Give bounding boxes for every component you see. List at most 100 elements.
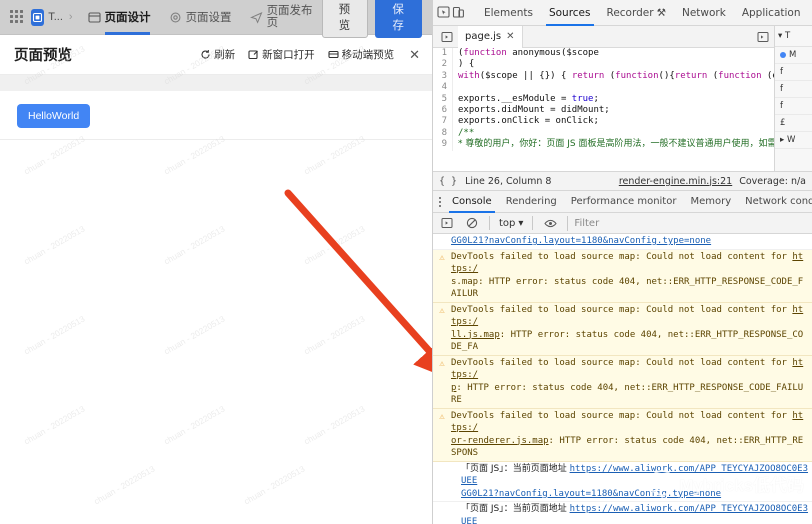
app-logo-icon[interactable]: [31, 8, 45, 26]
code-line-text: exports.__esModule = true;: [458, 93, 599, 104]
code-line-text: exports.didMount = didMount;: [458, 105, 610, 116]
debugger-sidebar: ▾ T M f f f £ ▸ W: [774, 26, 812, 171]
console-filter-input[interactable]: Filter: [567, 215, 809, 231]
code-line-text: (function anonymous($scope: [458, 48, 599, 58]
pretty-print-icon[interactable]: { }: [439, 176, 457, 187]
layout-icon: [88, 11, 101, 24]
preview-canvas: HelloWorld: [0, 91, 432, 524]
console-message-warn[interactable]: ⚠ DevTools failed to load source map: Cou…: [433, 249, 812, 303]
show-debugger-icon[interactable]: [753, 27, 773, 47]
devtools-tabbar: Elements Sources Recorder ⚒ Network Appli…: [433, 0, 812, 26]
console-link[interactable]: ll.js.map: [451, 330, 500, 340]
line-number: 5: [433, 93, 453, 106]
line-number: 3: [433, 70, 453, 83]
app-name-label[interactable]: T...: [48, 11, 63, 23]
code-line: 2) {: [433, 59, 774, 71]
console-message-warn[interactable]: ⚠ DevTools failed to load source map: Cou…: [433, 408, 812, 462]
sources-panel: page.js ✕ 1 (function anonymous($scope 2) …: [433, 25, 812, 171]
send-icon: [249, 11, 263, 24]
device-toolbar-icon[interactable]: [452, 3, 465, 23]
drawer-tab-rendering[interactable]: Rendering: [499, 191, 564, 213]
tab-recorder[interactable]: Recorder ⚒: [599, 0, 674, 26]
console-sidebar-icon[interactable]: [437, 213, 457, 233]
debugger-sidebar-row[interactable]: f: [775, 81, 812, 98]
refresh-button[interactable]: 刷新: [200, 47, 235, 62]
file-tab-page-js[interactable]: page.js ✕: [458, 25, 523, 48]
console-link[interactable]: GG0L21?navConfig.layout=1180&navConfig.t…: [461, 489, 721, 499]
drawer-tabbar: Console Rendering Performance monitor Me…: [433, 191, 812, 213]
sources-file-tabbar: page.js ✕: [433, 25, 774, 48]
close-icon[interactable]: ✕: [506, 26, 514, 48]
console-link[interactable]: GG0L21?navConfig.layout=1180&navConfig.t…: [451, 236, 711, 246]
code-line: 1 (function anonymous($scope: [433, 48, 774, 60]
mobile-preview-button[interactable]: 移动端预览: [328, 47, 394, 62]
code-line-text: ) {: [458, 59, 475, 70]
close-icon[interactable]: ✕: [409, 47, 420, 63]
console-context-selector[interactable]: top ▾: [496, 218, 526, 229]
console-link[interactable]: or-renderer.js.map: [451, 436, 549, 446]
tab-network[interactable]: Network: [674, 0, 734, 26]
console-output[interactable]: GG0L21?navConfig.layout=1180&navConfig.t…: [433, 234, 812, 524]
drawer-tab-performance-monitor[interactable]: Performance monitor: [564, 191, 684, 213]
tab-page-settings-label: 页面设置: [185, 12, 232, 24]
console-message-log[interactable]: 「页面 JS」：当前页面地址 https://www.aliwork.com/A…: [433, 461, 812, 502]
console-text: s.map: HTTP error: status code 404, net:…: [451, 276, 804, 300]
tab-application[interactable]: Application: [734, 0, 809, 26]
console-message-warn[interactable]: ⚠ DevTools failed to load source map: Cou…: [433, 302, 812, 356]
more-options-icon[interactable]: [439, 196, 441, 207]
console-text: DevTools failed to load source map: Coul…: [451, 410, 793, 421]
console-text: : HTTP error: status code 404, net::ERR_…: [451, 382, 804, 406]
debugger-sidebar-row[interactable]: £: [775, 115, 812, 132]
tab-page-design[interactable]: 页面设计: [79, 0, 160, 35]
warning-icon: ⚠: [439, 358, 445, 369]
inspect-element-icon[interactable]: [437, 3, 450, 23]
save-button[interactable]: 保 存: [375, 0, 422, 38]
debugger-sidebar-row[interactable]: f: [775, 64, 812, 81]
drawer-tab-network-conditions[interactable]: Network conditio: [738, 191, 812, 213]
tab-sources[interactable]: Sources: [541, 0, 599, 26]
page-title: 页面预览: [14, 48, 72, 64]
breadcrumb-separator: ›: [68, 11, 73, 23]
code-line: 5 exports.__esModule = true;: [433, 93, 774, 106]
drawer-tab-console[interactable]: Console: [445, 191, 499, 213]
message-gutter: [437, 235, 447, 248]
debugger-sidebar-row[interactable]: ▸ W: [775, 132, 812, 149]
drawer-tab-memory[interactable]: Memory: [683, 191, 738, 213]
source-code-viewer[interactable]: 1 (function anonymous($scope 2) {3 with($sc…: [433, 48, 774, 171]
line-number: 9: [433, 139, 453, 151]
publish-page-label: 页面发布: [266, 4, 313, 17]
debugger-sidebar-row[interactable]: M: [775, 47, 812, 64]
open-new-window-button[interactable]: 新窗口打开: [248, 47, 315, 62]
open-new-window-label: 新窗口打开: [262, 49, 315, 61]
apps-grid-icon[interactable]: [10, 9, 23, 25]
code-line: 4: [433, 82, 774, 94]
console-message-log[interactable]: GG0L21?navConfig.layout=1180&navConfig.t…: [433, 234, 812, 250]
tab-console-overflow[interactable]: Co: [809, 0, 812, 26]
console-message-log[interactable]: 「页面 JS」：当前页面地址 https://www.aliwork.com/A…: [433, 502, 812, 524]
helloworld-button[interactable]: HelloWorld: [17, 104, 91, 128]
console-message-warn[interactable]: ⚠ DevTools failed to load source map: Cou…: [433, 355, 812, 409]
console-settings-eye-icon[interactable]: [540, 213, 560, 233]
app-pane: T... › 页面设计 页面设置 页面发布 页 预 览 保 存 页面预览 刷新 …: [0, 0, 432, 524]
code-line-text: /**: [458, 127, 475, 138]
source-origin-link[interactable]: render-engine.min.js:21: [619, 176, 732, 187]
code-line: 9 * 尊敬的用户，你好：页面 JS 面板是高阶用法，一般不建议普通用户使用，如需…: [433, 139, 774, 151]
debugger-sidebar-row-label: f: [780, 84, 783, 94]
sources-status-bar: { } Line 26, Column 8 render-engine.min.…: [433, 171, 812, 191]
clear-console-icon[interactable]: [462, 213, 482, 233]
message-gutter: [437, 503, 447, 524]
debugger-sidebar-row[interactable]: f: [775, 98, 812, 115]
console-message-text: 「页面 JS」：当前页面地址 https://www.aliwork.com/A…: [451, 463, 808, 501]
breakpoint-dot-icon: [780, 52, 786, 58]
debugger-sidebar-header[interactable]: ▾ T: [775, 26, 812, 47]
preview-button[interactable]: 预 览: [321, 0, 369, 38]
show-navigator-icon[interactable]: [437, 27, 457, 47]
file-tab-label: page.js: [465, 30, 502, 42]
tab-page-settings[interactable]: 页面设置: [160, 0, 241, 35]
warning-icon: ⚠: [439, 252, 445, 263]
console-context-label: top: [499, 217, 516, 229]
toolbar-divider: [489, 216, 490, 230]
publish-page-button[interactable]: 页面发布 页: [241, 0, 322, 35]
console-text: DevTools failed to load source map: Coul…: [451, 304, 793, 315]
tab-elements[interactable]: Elements: [476, 0, 541, 26]
